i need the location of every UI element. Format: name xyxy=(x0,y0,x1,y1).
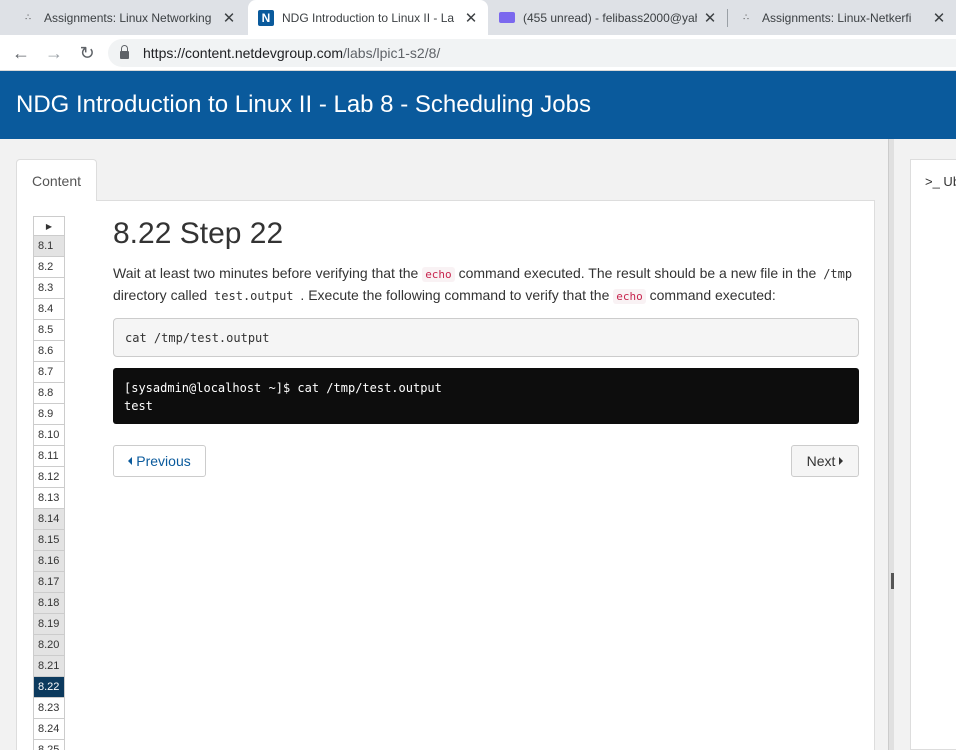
step-link[interactable]: 8.10 xyxy=(33,425,65,446)
step-link[interactable]: 8.2 xyxy=(33,257,65,278)
splitter-grip-icon[interactable] xyxy=(891,573,894,589)
main-area: Content ▶ 8.1 8.2 8.3 8.4 8.5 8.6 8.7 8.8 8.9 8.1… xyxy=(0,139,956,750)
back-arrow-icon[interactable]: ← xyxy=(10,42,32,64)
text: Wait at least two minutes before verifyi… xyxy=(113,265,423,281)
command-text: cat /tmp/test.output xyxy=(125,330,270,345)
text: command executed. The result should be a… xyxy=(454,265,821,281)
text: command executed: xyxy=(645,287,776,303)
lock-icon xyxy=(120,45,129,59)
step-link[interactable]: 8.3 xyxy=(33,278,65,299)
command-block[interactable]: cat /tmp/test.output xyxy=(113,318,859,357)
step-link[interactable]: 8.9 xyxy=(33,404,65,425)
text: . Execute the following command to verif… xyxy=(296,287,614,303)
browser-tab[interactable]: (455 unread) - felibass2000@yah ✕ xyxy=(489,0,727,35)
content-panel: ▶ 8.1 8.2 8.3 8.4 8.5 8.6 8.7 8.8 8.9 8.10 8.11 8.1… xyxy=(16,200,875,750)
inline-code: /tmp xyxy=(823,267,853,281)
step-link[interactable]: 8.8 xyxy=(33,383,65,404)
step-link[interactable]: 8.21 xyxy=(33,656,65,677)
step-pager: Previous Next xyxy=(113,445,859,477)
browser-tab-title: (455 unread) - felibass2000@yah xyxy=(523,10,697,25)
step-link[interactable]: 8.11 xyxy=(33,446,65,467)
step-link[interactable]: 8.16 xyxy=(33,551,65,572)
browser-tab-title: Assignments: Linux Networking xyxy=(44,10,212,25)
close-tab-icon[interactable]: ✕ xyxy=(703,9,717,27)
previous-button[interactable]: Previous xyxy=(113,445,206,477)
close-tab-icon[interactable]: ✕ xyxy=(932,9,946,27)
step-link[interactable]: 8.24 xyxy=(33,719,65,740)
inline-code: echo xyxy=(613,289,646,304)
step-link[interactable]: 8.25 xyxy=(33,740,65,750)
step-link[interactable]: 8.5 xyxy=(33,320,65,341)
lab-header: NDG Introduction to Linux II - Lab 8 - S… xyxy=(0,71,956,139)
next-button[interactable]: Next xyxy=(791,445,859,477)
pane-splitter[interactable] xyxy=(888,139,894,750)
close-tab-icon[interactable]: ✕ xyxy=(464,9,478,27)
step-link[interactable]: 8.4 xyxy=(33,299,65,320)
terminal-line: test xyxy=(124,399,153,413)
address-bar[interactable]: https://content.netdevgroup.com/labs/lpi… xyxy=(108,39,956,67)
step-link[interactable]: 8.14 xyxy=(33,509,65,530)
forward-arrow-icon[interactable]: → xyxy=(43,42,65,64)
text: directory called xyxy=(113,287,212,303)
step-title: 8.22 Step 22 xyxy=(113,217,284,250)
next-label: Next xyxy=(806,453,836,469)
previous-label: Previous xyxy=(136,453,191,469)
reload-icon[interactable]: ↻ xyxy=(76,42,98,64)
step-link[interactable]: 8.19 xyxy=(33,614,65,635)
caret-left-icon xyxy=(128,457,133,465)
yahoo-mail-icon xyxy=(499,12,515,23)
step-link[interactable]: 8.12 xyxy=(33,467,65,488)
ndg-icon: N xyxy=(258,9,274,26)
browser-tab-strip: ∴ Assignments: Linux Networking ✕ N NDG Intr… xyxy=(0,0,956,35)
step-link[interactable]: 8.15 xyxy=(33,530,65,551)
step-link[interactable]: 8.7 xyxy=(33,362,65,383)
step-article: 8.22 Step 22 Wait at least two minutes b… xyxy=(113,215,859,477)
step-link[interactable]: 8.20 xyxy=(33,635,65,656)
step-link[interactable]: 8.1 xyxy=(33,236,65,257)
page-title: NDG Introduction to Linux II - Lab 8 - S… xyxy=(16,91,591,118)
terminal-line: [sysadmin@localhost ~]$ cat /tmp/test.ou… xyxy=(124,381,442,395)
step-navigation: ▶ 8.1 8.2 8.3 8.4 8.5 8.6 8.7 8.8 8.9 8.10 8.11 8.1… xyxy=(33,216,65,750)
browser-tab-title: Assignments: Linux-Netkerfi xyxy=(762,10,912,25)
browser-tab[interactable]: N NDG Introduction to Linux II - La ✕ xyxy=(248,0,488,35)
url-host: https://content.netdevgroup.com xyxy=(143,45,344,61)
close-tab-icon[interactable]: ✕ xyxy=(222,9,236,27)
step-link[interactable]: 8.23 xyxy=(33,698,65,719)
content-pane: Content ▶ 8.1 8.2 8.3 8.4 8.5 8.6 8.7 8.8 8.9 8.1… xyxy=(0,139,890,750)
caret-right-icon xyxy=(839,457,844,465)
step-link[interactable]: 8.13 xyxy=(33,488,65,509)
inline-code: echo xyxy=(422,267,455,282)
step-nav-toggle-button[interactable]: ▶ xyxy=(33,216,65,236)
terminal-output: [sysadmin@localhost ~]$ cat /tmp/test.ou… xyxy=(113,368,859,424)
step-instructions: Wait at least two minutes before verifyi… xyxy=(113,263,859,307)
browser-tab[interactable]: ∴ Assignments: Linux-Netkerfi ✕ xyxy=(728,0,956,35)
step-link[interactable]: 8.18 xyxy=(33,593,65,614)
browser-tab-title: NDG Introduction to Linux II - La xyxy=(282,10,455,25)
tab-content[interactable]: Content xyxy=(16,159,97,201)
tab-terminal[interactable]: >_ Ub xyxy=(925,174,956,189)
cisco-netacad-icon: ∴ xyxy=(743,12,749,22)
inline-code: test.output xyxy=(214,289,294,303)
browser-toolbar: ← → ↻ https://content.netdevgroup.com/la… xyxy=(0,35,956,71)
browser-tab[interactable]: ∴ Assignments: Linux Networking ✕ xyxy=(10,0,246,35)
step-link[interactable]: 8.6 xyxy=(33,341,65,362)
step-link[interactable]: 8.22 xyxy=(33,677,65,698)
tab-separator xyxy=(727,9,728,27)
url-path: /labs/lpic1-s2/8/ xyxy=(343,45,441,61)
terminal-pane: >_ Ub xyxy=(910,159,956,750)
cisco-netacad-icon: ∴ xyxy=(25,12,31,22)
step-link[interactable]: 8.17 xyxy=(33,572,65,593)
